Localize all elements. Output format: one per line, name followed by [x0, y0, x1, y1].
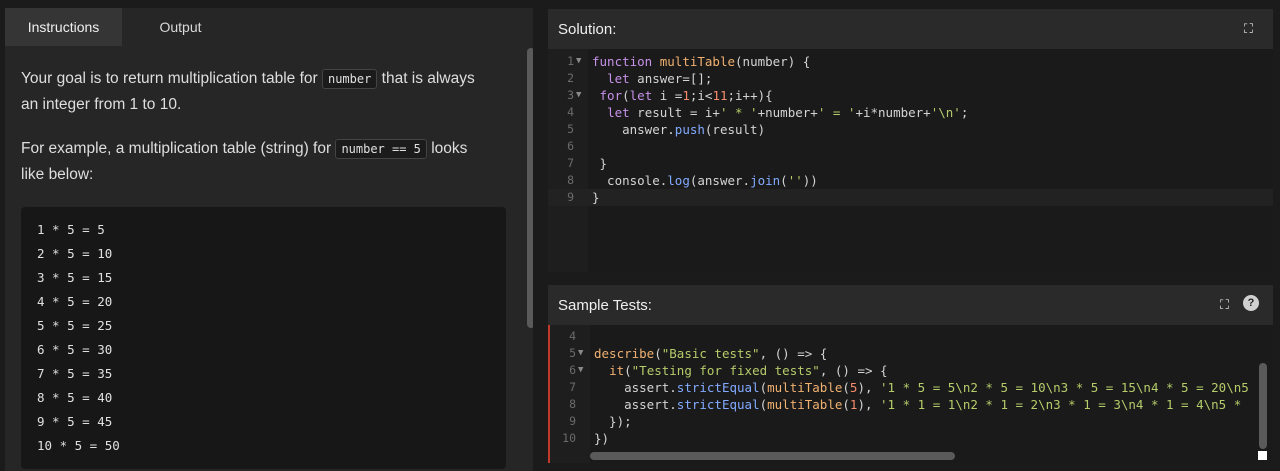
code-text: console.log(answer.join('')) [592, 173, 818, 188]
code-line[interactable]: 9} [548, 189, 1273, 206]
line-number: 9 [569, 414, 576, 428]
code-line[interactable]: 8 console.log(answer.join('')) [548, 172, 1273, 189]
solution-editor[interactable]: 1 ▼ function multiTable(number) {2 let ans… [548, 49, 1273, 272]
solution-title: Solution: [558, 20, 617, 38]
instructions-scrollbar[interactable] [527, 48, 533, 328]
line-number: 3 [567, 88, 574, 102]
code-line[interactable]: 6 [548, 138, 1273, 155]
line-number: 8 [569, 397, 576, 411]
line-number: 7 [567, 156, 574, 170]
code-text: it("Testing for fixed tests", () => { [609, 363, 888, 378]
description: Your goal is to return multiplication ta… [5, 46, 505, 187]
line-number: 7 [569, 380, 576, 394]
instructions-panel: Instructions Output Your goal is to retu… [5, 8, 533, 471]
inline-code: number == 5 [335, 139, 427, 159]
code-line[interactable]: 6 ▼ it("Testing for fixed tests", () => { [550, 362, 1273, 379]
fold-arrow-icon[interactable]: ▼ [576, 53, 581, 70]
tab-bar: Instructions Output [5, 8, 533, 46]
example-line: 3 * 5 = 15 [37, 270, 113, 285]
code-text: let result = i+' * '+number+' = '+i*numb… [607, 105, 969, 120]
code-text: } [592, 190, 600, 205]
line-number: 6 [567, 139, 574, 153]
fold-arrow-icon[interactable]: ▼ [576, 87, 581, 104]
code-text: describe("Basic tests", () => { [594, 346, 828, 361]
tab-output[interactable]: Output [122, 8, 239, 46]
code-line[interactable]: 2 let answer=[]; [548, 70, 1273, 87]
example-line: 10 * 5 = 50 [37, 438, 120, 453]
description-text: For example, a multiplication table (str… [21, 140, 336, 157]
sample-tests-header: Sample Tests: ⛶ ? [548, 285, 1273, 325]
code-text: for(let i =1;i<11;i++){ [599, 88, 773, 103]
example-line: 7 * 5 = 35 [37, 366, 113, 381]
code-text: function multiTable(number) { [592, 54, 811, 69]
fold-arrow-icon[interactable]: ▼ [578, 345, 583, 362]
solution-panel: Solution: ⛶ 1 ▼ function multiTable(number… [548, 9, 1273, 272]
code-text: assert.strictEqual(multiTable(5), '1 * 5… [594, 380, 1249, 395]
example-code-block: 1 * 5 = 5 2 * 5 = 10 3 * 5 = 15 4 * 5 = 20 5… [21, 207, 506, 469]
sample-tests-panel: Sample Tests: ⛶ ? 4 5 ▼ describe("Basic tes… [548, 285, 1273, 463]
code-line[interactable]: 4 let result = i+' * '+number+' = '+i*nu… [548, 104, 1273, 121]
tab-instructions[interactable]: Instructions [5, 8, 122, 46]
description-paragraph-2: For example, a multiplication table (str… [21, 136, 489, 187]
code-text: answer.push(result) [592, 122, 766, 137]
code-text: }) [594, 431, 610, 446]
code-line[interactable]: 10}) [550, 430, 1273, 447]
code-line[interactable]: 4 [550, 328, 1273, 345]
scroll-corner [1258, 451, 1267, 460]
line-number: 2 [567, 71, 574, 85]
line-number: 10 [562, 431, 576, 445]
code-line[interactable]: 5 answer.push(result) [548, 121, 1273, 138]
example-line: 6 * 5 = 30 [37, 342, 113, 357]
sample-tests-title: Sample Tests: [558, 296, 652, 314]
line-number: 4 [567, 105, 574, 119]
example-line: 9 * 5 = 45 [37, 414, 113, 429]
code-line[interactable]: 9 }); [550, 413, 1273, 430]
tests-editor[interactable]: 4 5 ▼ describe("Basic tests", () => {6 ▼ it(… [548, 325, 1273, 463]
line-number: 5 [567, 122, 574, 136]
example-line: 2 * 5 = 10 [37, 246, 113, 261]
example-line: 4 * 5 = 20 [37, 294, 113, 309]
line-number: 6 [569, 363, 576, 377]
line-number: 4 [569, 329, 576, 343]
solution-header: Solution: ⛶ [548, 9, 1273, 49]
line-number: 5 [569, 346, 576, 360]
help-icon[interactable]: ? [1243, 295, 1259, 311]
horizontal-scrollbar[interactable] [590, 452, 955, 460]
fullscreen-icon[interactable]: ⛶ [1220, 297, 1229, 313]
description-paragraph-1: Your goal is to return multiplication ta… [21, 66, 489, 117]
code-line[interactable]: 1 ▼ function multiTable(number) { [548, 53, 1273, 70]
code-text: }); [594, 414, 632, 429]
code-line[interactable]: 7 assert.strictEqual(multiTable(5), '1 *… [550, 379, 1273, 396]
code-text: assert.strictEqual(multiTable(1), '1 * 1… [594, 397, 1242, 412]
code-line[interactable]: 5 ▼ describe("Basic tests", () => { [550, 345, 1273, 362]
tab-bar-fill [239, 8, 533, 46]
example-line: 1 * 5 = 5 [37, 222, 105, 237]
fold-arrow-icon[interactable]: ▼ [578, 362, 583, 379]
description-text: Your goal is to return multiplication ta… [21, 70, 322, 87]
line-number: 9 [567, 190, 574, 204]
panel-divider[interactable] [548, 272, 1273, 285]
inline-code: number [321, 69, 378, 89]
line-number: 1 [567, 54, 574, 68]
example-line: 5 * 5 = 25 [37, 318, 113, 333]
code-text: let answer=[]; [607, 71, 713, 86]
example-line: 8 * 5 = 40 [37, 390, 113, 405]
code-line[interactable]: 3 ▼ for(let i =1;i<11;i++){ [548, 87, 1273, 104]
fullscreen-icon[interactable]: ⛶ [1244, 21, 1253, 37]
code-text: } [592, 156, 608, 171]
line-number: 8 [567, 173, 574, 187]
code-line[interactable]: 7 } [548, 155, 1273, 172]
code-line[interactable]: 8 assert.strictEqual(multiTable(1), '1 *… [550, 396, 1273, 413]
